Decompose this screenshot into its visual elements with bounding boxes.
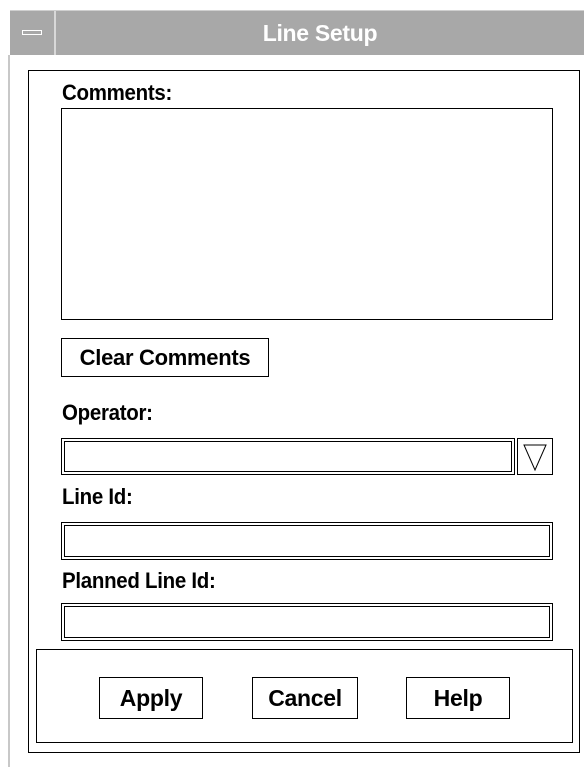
- window-left-edge: [8, 55, 10, 767]
- clear-comments-button[interactable]: Clear Comments: [61, 338, 269, 377]
- operator-label: Operator:: [62, 400, 153, 425]
- triangle-down-icon: [523, 444, 547, 472]
- help-button[interactable]: Help: [406, 677, 510, 719]
- operator-combo-field[interactable]: [61, 438, 515, 475]
- line-id-input[interactable]: [61, 522, 553, 560]
- planned-line-id-input[interactable]: [61, 603, 553, 641]
- window-title: Line Setup: [262, 20, 378, 46]
- cancel-button[interactable]: Cancel: [252, 677, 358, 719]
- comments-textarea[interactable]: [61, 108, 553, 320]
- comments-label: Comments:: [62, 80, 173, 105]
- line-id-label: Line Id:: [62, 484, 133, 509]
- operator-dropdown-button[interactable]: [517, 438, 553, 475]
- window-menu-icon: [22, 30, 42, 35]
- apply-button[interactable]: Apply: [99, 677, 203, 719]
- window-menu-button[interactable]: [10, 11, 56, 55]
- planned-line-id-label: Planned Line Id:: [62, 568, 216, 593]
- title-bar: Line Setup: [10, 10, 584, 55]
